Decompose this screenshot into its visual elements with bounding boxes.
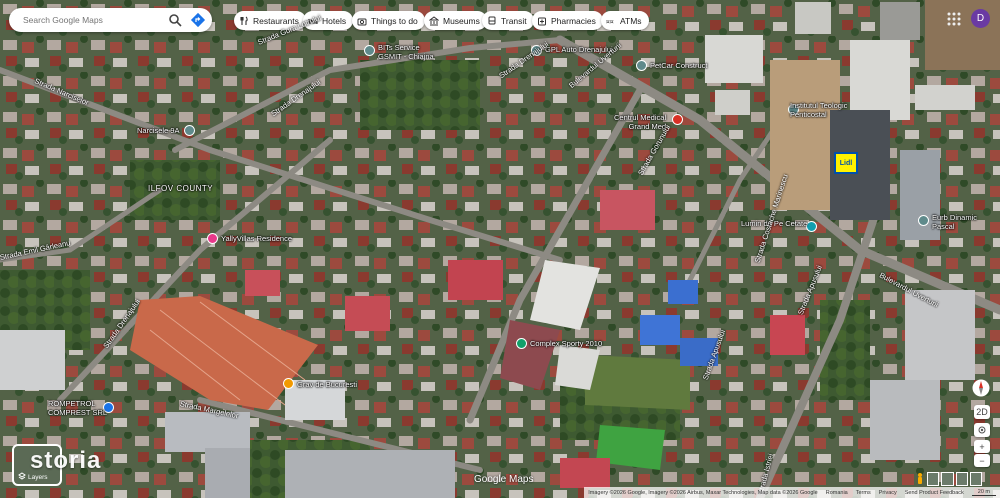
chip-label: Transit [501, 15, 527, 26]
lidl-logo-text: Lidl [839, 159, 853, 167]
region-label: ILFOV COUNTY [148, 184, 214, 193]
pharmacy-icon [538, 17, 546, 25]
zoom-out-button[interactable]: − [974, 454, 990, 467]
search-box[interactable] [9, 8, 212, 32]
place-pin-icon[interactable] [918, 215, 929, 226]
pegman-icon[interactable] [916, 473, 924, 485]
chip-label: Pharmacies [551, 15, 596, 26]
place-label[interactable]: YallyVillas Residence [221, 234, 292, 243]
footer-link[interactable]: Send Product Feedback [905, 490, 964, 496]
place-label[interactable]: Institutul Teologic Penticostal [790, 101, 847, 119]
place-label[interactable]: Eurb Dinamic Pascal [932, 213, 977, 231]
place-label[interactable]: Centrul Medical Grand Med [614, 113, 666, 131]
map-type-thumb[interactable] [941, 472, 954, 486]
place-label[interactable]: PetCar Construct [650, 61, 708, 70]
svg-text:¤¤: ¤¤ [606, 18, 614, 25]
compass-icon[interactable] [972, 379, 990, 397]
chip-transit[interactable]: Transit [482, 11, 534, 30]
chip-museums[interactable]: Museums [424, 11, 487, 30]
crosshair-icon [978, 426, 986, 434]
bus-icon [488, 16, 496, 24]
account-avatar[interactable]: D [971, 9, 990, 28]
museum-icon [429, 15, 439, 25]
place-pin-icon[interactable] [283, 378, 294, 389]
map-type-thumb[interactable] [969, 472, 982, 486]
zoom-in-button[interactable]: + [974, 440, 990, 453]
place-label[interactable]: BITs Service GSMIT - Chiajna [378, 43, 434, 61]
chip-things-to-do[interactable]: Things to do [352, 11, 425, 30]
lodging-pin-icon[interactable] [207, 233, 218, 244]
fork-knife-icon [240, 16, 248, 25]
my-location-button[interactable] [974, 423, 990, 437]
imagery-attribution: Imagery ©2026 Google, Imagery ©2026 Airb… [588, 489, 818, 496]
chip-label: ATMs [620, 15, 642, 26]
place-pin-icon[interactable] [636, 60, 647, 71]
chip-label: Museums [443, 15, 480, 26]
storia-watermark: storia [30, 447, 102, 474]
map-type-thumbnails[interactable] [927, 472, 982, 486]
layers-label: Layers [28, 474, 48, 481]
atm-icon: ¤¤ [606, 18, 614, 25]
sports-pin-icon[interactable] [516, 338, 527, 349]
place-label[interactable]: ROMPETROL COMPREST SRL [48, 399, 107, 417]
chip-label: Hotels [322, 15, 347, 26]
chip-label: Things to do [371, 15, 418, 26]
chip-atms[interactable]: ¤¤ ATMs [601, 11, 649, 30]
footer-link[interactable]: Privacy [879, 490, 897, 496]
place-pin-icon[interactable] [184, 125, 195, 136]
place-pin-icon[interactable] [364, 45, 375, 56]
chip-pharmacies[interactable]: Pharmacies [532, 11, 603, 30]
attribution-bar: Imagery ©2026 Google, Imagery ©2026 Airb… [584, 487, 1000, 498]
google-maps-logo: Google Maps [474, 474, 534, 485]
map-type-thumb[interactable] [955, 472, 968, 486]
map-type-thumb[interactable] [927, 472, 940, 486]
tilt-2d-button[interactable]: 2D [974, 405, 990, 419]
layers-icon [18, 472, 26, 480]
search-input[interactable] [21, 14, 155, 26]
hospital-pin-icon[interactable] [672, 114, 683, 125]
apps-grid-icon[interactable] [945, 10, 963, 28]
camera-icon [357, 18, 367, 25]
lidl-logo-icon[interactable]: Lidl [834, 152, 858, 174]
directions-icon[interactable] [190, 12, 206, 28]
search-icon[interactable] [168, 13, 182, 27]
footer-link[interactable]: Romania [826, 490, 848, 496]
place-label[interactable]: Narcisele 9A [137, 126, 180, 135]
place-pin-icon[interactable] [806, 221, 817, 232]
footer-link[interactable]: Terms [856, 490, 871, 496]
place-label[interactable]: Complex Sporty 2010 [530, 339, 602, 348]
place-label[interactable]: Grav de Bucuresti [297, 380, 357, 389]
scale-bar[interactable]: 20 m [971, 489, 996, 496]
